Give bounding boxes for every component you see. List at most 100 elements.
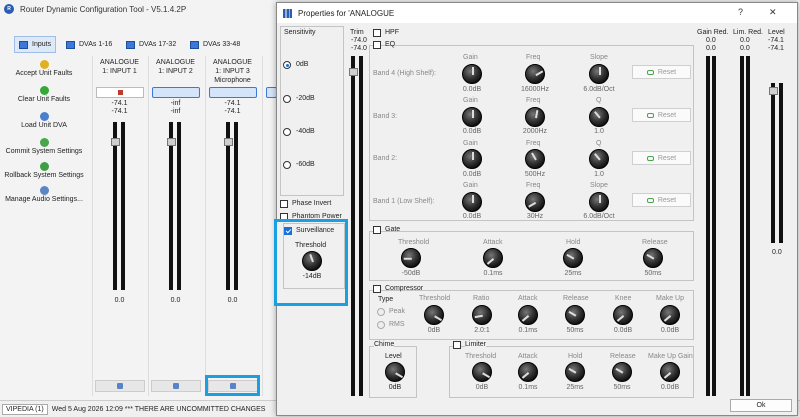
dialog-title-bar: Properties for 'ANALOGUE ? ✕ [277, 3, 797, 23]
select-button[interactable] [152, 87, 200, 98]
compressor-checkbox[interactable] [373, 285, 381, 293]
mute-button[interactable] [96, 87, 144, 98]
limiter-makeup-knob[interactable] [660, 362, 680, 382]
accept-unit-faults-button[interactable]: Accept Unit Faults [0, 60, 88, 77]
param-label: Slope [590, 182, 608, 189]
manage-audio-settings-button[interactable]: Manage Audio Settings... [0, 186, 88, 203]
hpf-checkbox[interactable] [373, 29, 381, 37]
trim-fader-handle[interactable] [349, 68, 358, 76]
limiter-checkbox[interactable] [453, 341, 461, 349]
eq-band2-reset-button[interactable]: Reset [632, 151, 691, 165]
gate-threshold-knob[interactable] [401, 248, 421, 268]
level-fader-handle[interactable] [769, 87, 778, 95]
param-label: Release [563, 295, 589, 302]
compressor-makeup-knob[interactable] [660, 305, 680, 325]
param-label: Freq [526, 54, 541, 61]
chime-level-knob[interactable] [385, 362, 405, 382]
eq-band4-reset-button[interactable]: Reset [632, 65, 691, 79]
properties-dialog: Properties for 'ANALOGUE ? ✕ Sensitivity… [274, 2, 798, 416]
eq-band3-reset-button[interactable]: Reset [632, 108, 691, 122]
compressor-release-knob[interactable] [565, 305, 585, 325]
select-button[interactable] [209, 87, 257, 98]
eq-band3-q-knob[interactable] [589, 107, 609, 127]
sensitivity-60db-radio[interactable] [283, 161, 291, 169]
main-title: Router Dynamic Configuration Tool - V5.1… [20, 4, 187, 14]
param-value: 2000Hz [522, 128, 548, 135]
gate-hold-knob[interactable] [563, 248, 583, 268]
param-label: Freq [526, 97, 541, 104]
help-button[interactable]: ? [738, 7, 743, 17]
param-label: Freq [526, 140, 541, 147]
phase-invert-checkbox[interactable] [280, 200, 288, 208]
param-value: 0dB [427, 327, 441, 334]
strip-properties-button[interactable] [95, 380, 145, 392]
eq-band2-freq-knob[interactable] [525, 149, 545, 169]
arrow-icon [39, 112, 49, 121]
eq-band4-gain-knob[interactable] [462, 64, 482, 84]
fader-handle[interactable] [167, 138, 176, 146]
tab-dvas-33-48[interactable]: DVAs 33-48 [186, 36, 252, 53]
tab-dvas-17-32[interactable]: DVAs 17-32 [122, 36, 186, 53]
compressor-threshold-knob[interactable] [424, 305, 444, 325]
compressor-peak-radio[interactable] [377, 308, 385, 316]
compressor-attack-knob[interactable] [518, 305, 538, 325]
param-value: 30Hz [526, 213, 544, 220]
gate-checkbox[interactable] [373, 226, 381, 234]
compressor-ratio-knob[interactable] [472, 305, 492, 325]
eq-band1-gain-knob[interactable] [462, 192, 482, 212]
eq-band-name: Band 1 (Low Shelf): [373, 198, 435, 205]
limiter-release-knob[interactable] [612, 362, 632, 382]
param-label: Q [596, 97, 602, 104]
limiter-attack-knob[interactable] [518, 362, 538, 382]
compressor-knee-knob[interactable] [613, 305, 633, 325]
eq-band4-slope-knob[interactable] [589, 64, 609, 84]
limiter-threshold-knob[interactable] [472, 362, 492, 382]
level-fader-track [771, 83, 775, 243]
ok-button[interactable]: Ok [730, 399, 792, 412]
gate-attack-knob[interactable] [483, 248, 503, 268]
close-icon[interactable]: ✕ [769, 7, 777, 18]
tab-inputs[interactable]: Inputs [14, 36, 56, 53]
level-readout: -inf [170, 108, 181, 115]
param-value: 16000Hz [520, 86, 550, 93]
eq-band3-freq-knob[interactable] [525, 107, 545, 127]
eq-label: EQ [385, 41, 396, 48]
param-label: Threshold [419, 295, 451, 302]
eq-band2-q-knob[interactable] [589, 149, 609, 169]
load-unit-dva-button[interactable]: Load Unit DVA [0, 112, 88, 129]
gate-release-knob[interactable] [643, 248, 663, 268]
eq-band1-slope-knob[interactable] [589, 192, 609, 212]
eq-checkbox[interactable] [373, 41, 381, 49]
sensitivity-20db-radio[interactable] [283, 95, 291, 103]
param-label: Threshold [465, 353, 497, 360]
param-value: 25ms [564, 270, 582, 277]
param-value: 0dB [475, 384, 489, 391]
eq-band4-freq-knob[interactable] [525, 64, 545, 84]
eq-band3-gain-knob[interactable] [462, 107, 482, 127]
trim-label: Trim [350, 29, 364, 36]
trim-fader-track [351, 56, 355, 396]
main-title-bar: R Router Dynamic Configuration Tool - V5… [0, 0, 280, 18]
param-label: Freq [526, 182, 541, 189]
param-value: 6.0dB/Oct [583, 213, 615, 220]
clear-unit-faults-button[interactable]: Clear Unit Faults [0, 86, 88, 103]
speaker-icon [117, 90, 123, 95]
param-label: Gain [463, 97, 478, 104]
eq-band1-reset-button[interactable]: Reset [632, 193, 691, 207]
sensitivity-0db-radio[interactable] [283, 61, 291, 69]
fader-handle[interactable] [111, 138, 120, 146]
eq-band1-freq-knob[interactable] [525, 192, 545, 212]
channel-strip-3: ANALOGUE 1: INPUT 3 Microphone -74.1 -74.1… [205, 56, 259, 396]
compressor-rms-radio[interactable] [377, 321, 385, 329]
sensitivity-40db-radio[interactable] [283, 128, 291, 136]
fader-handle[interactable] [224, 138, 233, 146]
level-meter [177, 122, 181, 290]
unit-select[interactable]: VIPEDIA (1) [2, 403, 48, 415]
gain-reduction-readout: 0.0 [706, 37, 716, 44]
eq-band2-gain-knob[interactable] [462, 149, 482, 169]
limiter-hold-knob[interactable] [565, 362, 585, 382]
tab-dvas-1-16[interactable]: DVAs 1-16 [62, 36, 122, 53]
rollback-system-settings-button[interactable]: Rollback System Settings [0, 162, 88, 179]
commit-system-settings-button[interactable]: Commit System Settings [0, 138, 88, 155]
strip-properties-button[interactable] [151, 380, 201, 392]
